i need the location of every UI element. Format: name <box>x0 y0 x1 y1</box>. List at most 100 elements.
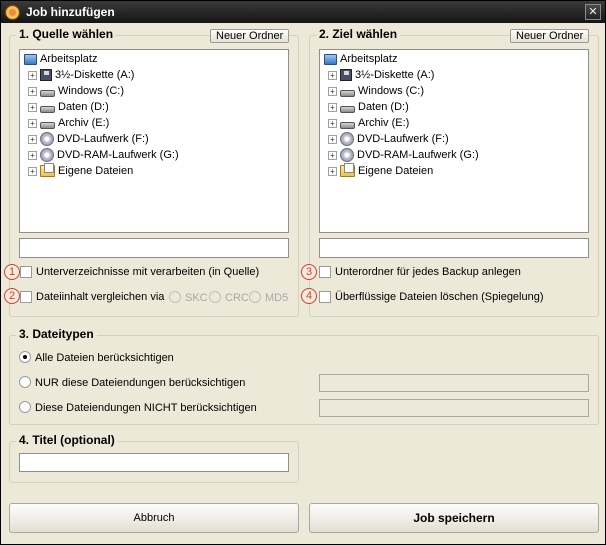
compare-crc-label: CRC <box>225 292 249 304</box>
tree-item-label: Archiv (E:) <box>58 117 110 129</box>
filetypes-not-radio[interactable] <box>19 401 31 413</box>
filetypes-only-label: NUR diese Dateiendungen berücksichtigen <box>35 377 246 389</box>
floppy-icon <box>340 69 352 81</box>
computer-icon <box>324 53 337 65</box>
expand-icon[interactable]: + <box>28 150 37 160</box>
tree-item-label: DVD-RAM-Laufwerk (G:) <box>57 149 179 161</box>
tree-item-label: DVD-Laufwerk (F:) <box>357 133 449 145</box>
expand-icon[interactable]: + <box>328 102 337 112</box>
tree-item[interactable]: + DVD-RAM-Laufwerk (G:) <box>328 147 479 163</box>
tree-item[interactable]: + DVD-Laufwerk (F:) <box>28 131 149 147</box>
expand-icon[interactable]: + <box>28 134 37 144</box>
tree-item-label: Daten (D:) <box>58 101 109 113</box>
tree-item[interactable]: + DVD-Laufwerk (F:) <box>328 131 449 147</box>
filetypes-all-label: Alle Dateien berücksichtigen <box>35 352 174 364</box>
compare-md5-label: MD5 <box>265 292 289 304</box>
expand-icon[interactable]: + <box>328 86 337 96</box>
filetypes-not-input[interactable] <box>319 399 589 417</box>
tree-item[interactable]: + Windows (C:) <box>328 83 424 99</box>
compare-content-checkbox[interactable] <box>20 291 32 303</box>
expand-icon[interactable]: + <box>28 86 37 96</box>
tree-item-label: Windows (C:) <box>358 85 425 97</box>
expand-icon[interactable]: + <box>28 70 37 80</box>
tree-item-label: Archiv (E:) <box>358 117 410 129</box>
filetypes-only-radio[interactable] <box>19 376 31 388</box>
source-path-input[interactable] <box>19 238 289 258</box>
drive-icon <box>340 121 355 129</box>
tree-item-label: Windows (C:) <box>58 85 125 97</box>
tree-item-label: 3½-Diskette (A:) <box>55 69 135 81</box>
expand-icon[interactable]: + <box>328 134 337 144</box>
tree-item-label: 3½-Diskette (A:) <box>355 69 435 81</box>
tree-item-label: DVD-Laufwerk (F:) <box>57 133 149 145</box>
dvd-icon <box>340 148 354 162</box>
tree-item[interactable]: + Daten (D:) <box>28 99 109 115</box>
filetypes-legend: 3. Dateitypen <box>16 327 97 341</box>
expand-icon[interactable]: + <box>28 118 37 128</box>
expand-icon[interactable]: + <box>328 70 337 80</box>
tree-item[interactable]: + DVD-RAM-Laufwerk (G:) <box>28 147 179 163</box>
drive-icon <box>340 89 355 97</box>
compare-md5-radio[interactable] <box>249 291 261 303</box>
target-legend: 2. Ziel wählen <box>316 27 401 41</box>
subdirs-checkbox[interactable] <box>20 266 32 278</box>
dvd-icon <box>40 148 54 162</box>
mirror-delete-label: Überflüssige Dateien löschen (Spiegelung… <box>335 291 544 303</box>
compare-crc-radio[interactable] <box>209 291 221 303</box>
folder-icon <box>340 165 355 177</box>
computer-icon <box>24 53 37 65</box>
target-tree[interactable]: Arbeitsplatz +3½-Diskette (A:) + Windows (C… <box>319 49 589 233</box>
tree-item[interactable]: +3½-Diskette (A:) <box>28 67 134 83</box>
tree-item[interactable]: Arbeitsplatz <box>24 51 97 67</box>
close-button[interactable]: ✕ <box>585 4 601 20</box>
tree-item[interactable]: + Archiv (E:) <box>28 115 109 131</box>
filetypes-only-input[interactable] <box>319 374 589 392</box>
expand-icon[interactable]: + <box>328 166 337 176</box>
target-path-input[interactable] <box>319 238 589 258</box>
badge-3: 3 <box>301 264 317 280</box>
badge-2: 2 <box>4 288 20 304</box>
compare-skc-radio[interactable] <box>169 291 181 303</box>
expand-icon[interactable]: + <box>28 102 37 112</box>
save-job-button[interactable]: Job speichern <box>309 503 599 533</box>
title-bar[interactable]: Job hinzufügen ✕ <box>1 1 605 23</box>
title-legend: 4. Titel (optional) <box>16 433 118 447</box>
drive-icon <box>40 105 55 113</box>
tree-item-label: Arbeitsplatz <box>340 53 398 65</box>
expand-icon[interactable]: + <box>328 118 337 128</box>
subfolder-checkbox[interactable] <box>319 266 331 278</box>
tree-item-label: Arbeitsplatz <box>40 53 98 65</box>
mirror-delete-checkbox[interactable] <box>319 291 331 303</box>
floppy-icon <box>40 69 52 81</box>
tree-item[interactable]: + Eigene Dateien <box>328 163 433 179</box>
badge-1: 1 <box>4 264 20 280</box>
dvd-icon <box>40 132 54 146</box>
filetypes-not-label: Diese Dateiendungen NICHT berücksichtige… <box>35 402 257 414</box>
filetypes-all-radio[interactable] <box>19 351 31 363</box>
job-dialog-window: Job hinzufügen ✕ 1. Quelle wählen Neuer … <box>0 0 606 545</box>
source-new-folder-button[interactable]: Neuer Ordner <box>210 29 290 43</box>
tree-item[interactable]: + Daten (D:) <box>328 99 409 115</box>
compare-skc-label: SKC <box>185 292 208 304</box>
tree-item[interactable]: Arbeitsplatz <box>324 51 397 67</box>
tree-item[interactable]: + Windows (C:) <box>28 83 124 99</box>
tree-item[interactable]: + Archiv (E:) <box>328 115 409 131</box>
subfolder-label: Unterordner für jedes Backup anlegen <box>335 266 521 278</box>
tree-item-label: DVD-RAM-Laufwerk (G:) <box>357 149 479 161</box>
tree-item[interactable]: + Eigene Dateien <box>28 163 133 179</box>
tree-item[interactable]: +3½-Diskette (A:) <box>328 67 434 83</box>
source-tree[interactable]: Arbeitsplatz +3½-Diskette (A:) + Windows (C… <box>19 49 289 233</box>
compare-content-label: Dateiinhalt vergleichen via <box>36 291 165 303</box>
expand-icon[interactable]: + <box>28 166 37 176</box>
tree-item-label: Daten (D:) <box>358 101 409 113</box>
tree-item-label: Eigene Dateien <box>58 165 134 177</box>
drive-icon <box>40 121 55 129</box>
window-title: Job hinzufügen <box>26 5 115 19</box>
expand-icon[interactable]: + <box>328 150 337 160</box>
drive-icon <box>340 105 355 113</box>
tree-item-label: Eigene Dateien <box>358 165 434 177</box>
job-title-input[interactable] <box>19 453 289 472</box>
cancel-button[interactable]: Abbruch <box>9 503 299 533</box>
target-new-folder-button[interactable]: Neuer Ordner <box>510 29 590 43</box>
badge-4: 4 <box>301 288 317 304</box>
